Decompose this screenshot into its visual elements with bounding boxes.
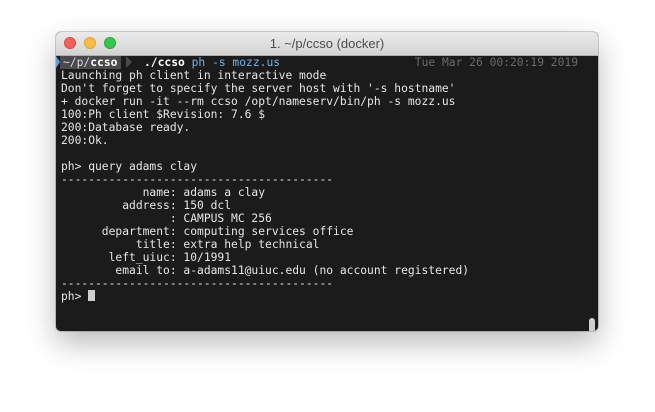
prompt-separator-icon <box>126 56 132 68</box>
prompt-path-dir: ccso <box>90 56 118 69</box>
prompt-path: ~/p/ccso <box>60 56 122 69</box>
scrollbar[interactable] <box>589 318 595 331</box>
prompt-path-prefix: ~/p/ <box>63 56 91 69</box>
output-line: title: extra help technical <box>61 238 320 251</box>
prompt-command: ./ccso ph -s mozz.us <box>144 56 280 69</box>
terminal-content[interactable]: ~/p/ccso ./ccso ph -s mozz.us Tue Mar 26… <box>56 56 598 331</box>
output-line: 200:Ok. <box>61 134 109 147</box>
output-line: 100:Ph client $Revision: 7.6 $ <box>61 108 266 121</box>
output-line: 200:Database ready. <box>61 121 191 134</box>
output-lines: Launching ph client in interactive mode … <box>61 69 584 303</box>
output-line: ---------------------------------------- <box>61 173 334 186</box>
command-args: ph -s mozz.us <box>191 56 281 69</box>
title-bar[interactable]: 1. ~/p/ccso (docker) <box>56 32 598 56</box>
output-line: Don't forget to specify the server host … <box>61 82 456 95</box>
input-line[interactable]: ph> <box>61 290 584 303</box>
output-line: ph> query adams clay <box>61 160 198 173</box>
input-prompt: ph> <box>61 290 89 303</box>
output-line: email to: a-adams11@uiuc.edu (no account… <box>61 264 470 277</box>
output-line: Launching ph client in interactive mode <box>61 69 327 82</box>
prompt-bar: ~/p/ccso ./ccso ph -s mozz.us Tue Mar 26… <box>56 56 598 69</box>
terminal-window: 1. ~/p/ccso (docker) ~/p/ccso ./ccso ph … <box>56 32 598 331</box>
output-line: name: adams a clay <box>61 186 266 199</box>
output-line: : CAMPUS MC 256 <box>61 212 272 225</box>
output-line: + docker run -it --rm ccso /opt/nameserv… <box>61 95 456 108</box>
output-line: address: 150 dcl <box>61 199 232 212</box>
output-line: ---------------------------------------- <box>61 277 334 290</box>
window-title: 1. ~/p/ccso (docker) <box>269 36 385 51</box>
output-line: department: computing services office <box>61 225 354 238</box>
output-line: left_uiuc: 10/1991 <box>61 251 232 264</box>
prompt-timestamp: Tue Mar 26 00:20:19 2019 <box>414 56 578 69</box>
command-exe: ./ccso <box>144 56 185 69</box>
text-cursor <box>88 290 96 301</box>
